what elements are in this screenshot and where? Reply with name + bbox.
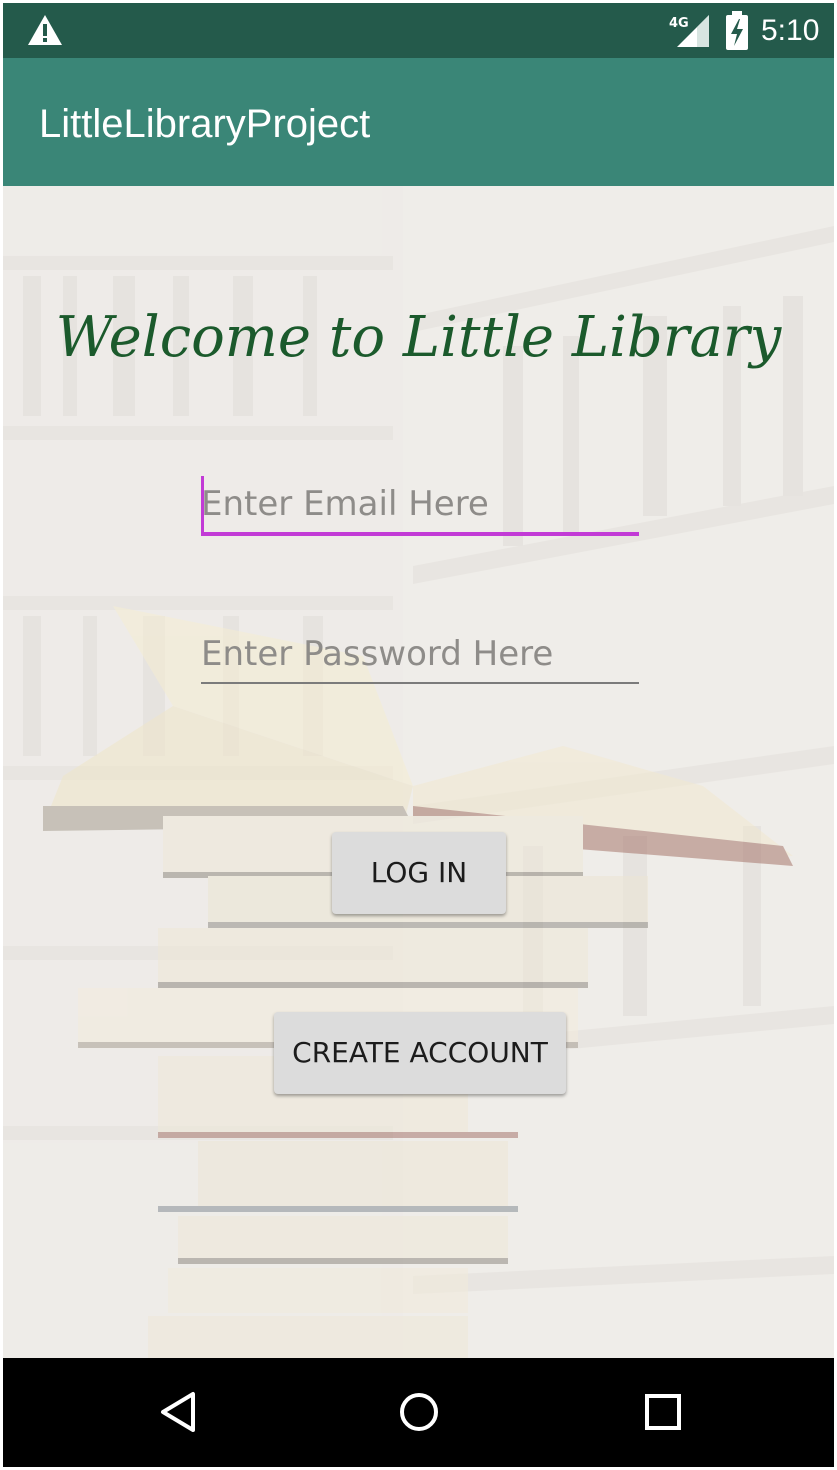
navigation-bar xyxy=(3,1358,834,1467)
home-icon[interactable] xyxy=(395,1388,443,1436)
create-account-button[interactable]: CREATE ACCOUNT xyxy=(274,1012,566,1094)
text-cursor xyxy=(201,476,204,532)
back-icon[interactable] xyxy=(155,1388,203,1436)
login-screen: Welcome to Little Library LOG IN CREATE … xyxy=(3,186,834,1358)
email-field[interactable] xyxy=(201,476,639,536)
battery-charging-icon xyxy=(726,11,748,50)
status-bar: 4G 5:10 xyxy=(3,3,834,58)
welcome-heading: Welcome to Little Library xyxy=(55,305,782,370)
app-bar: LittleLibraryProject xyxy=(3,58,834,186)
signal-icon: 4G xyxy=(669,15,709,47)
warning-icon xyxy=(28,15,62,45)
password-field[interactable] xyxy=(201,626,639,686)
password-underline xyxy=(201,682,639,684)
network-type-label: 4G xyxy=(669,16,689,31)
app-title: LittleLibraryProject xyxy=(39,102,371,146)
log-in-button[interactable]: LOG IN xyxy=(332,832,506,914)
recent-apps-icon[interactable] xyxy=(639,1388,687,1436)
device-screen: 4G 5:10 LittleLibraryProject Welcome to … xyxy=(0,0,837,1470)
status-time: 5:10 xyxy=(761,14,820,47)
email-underline xyxy=(201,532,639,536)
password-input[interactable] xyxy=(201,626,639,682)
email-input[interactable] xyxy=(201,476,639,532)
